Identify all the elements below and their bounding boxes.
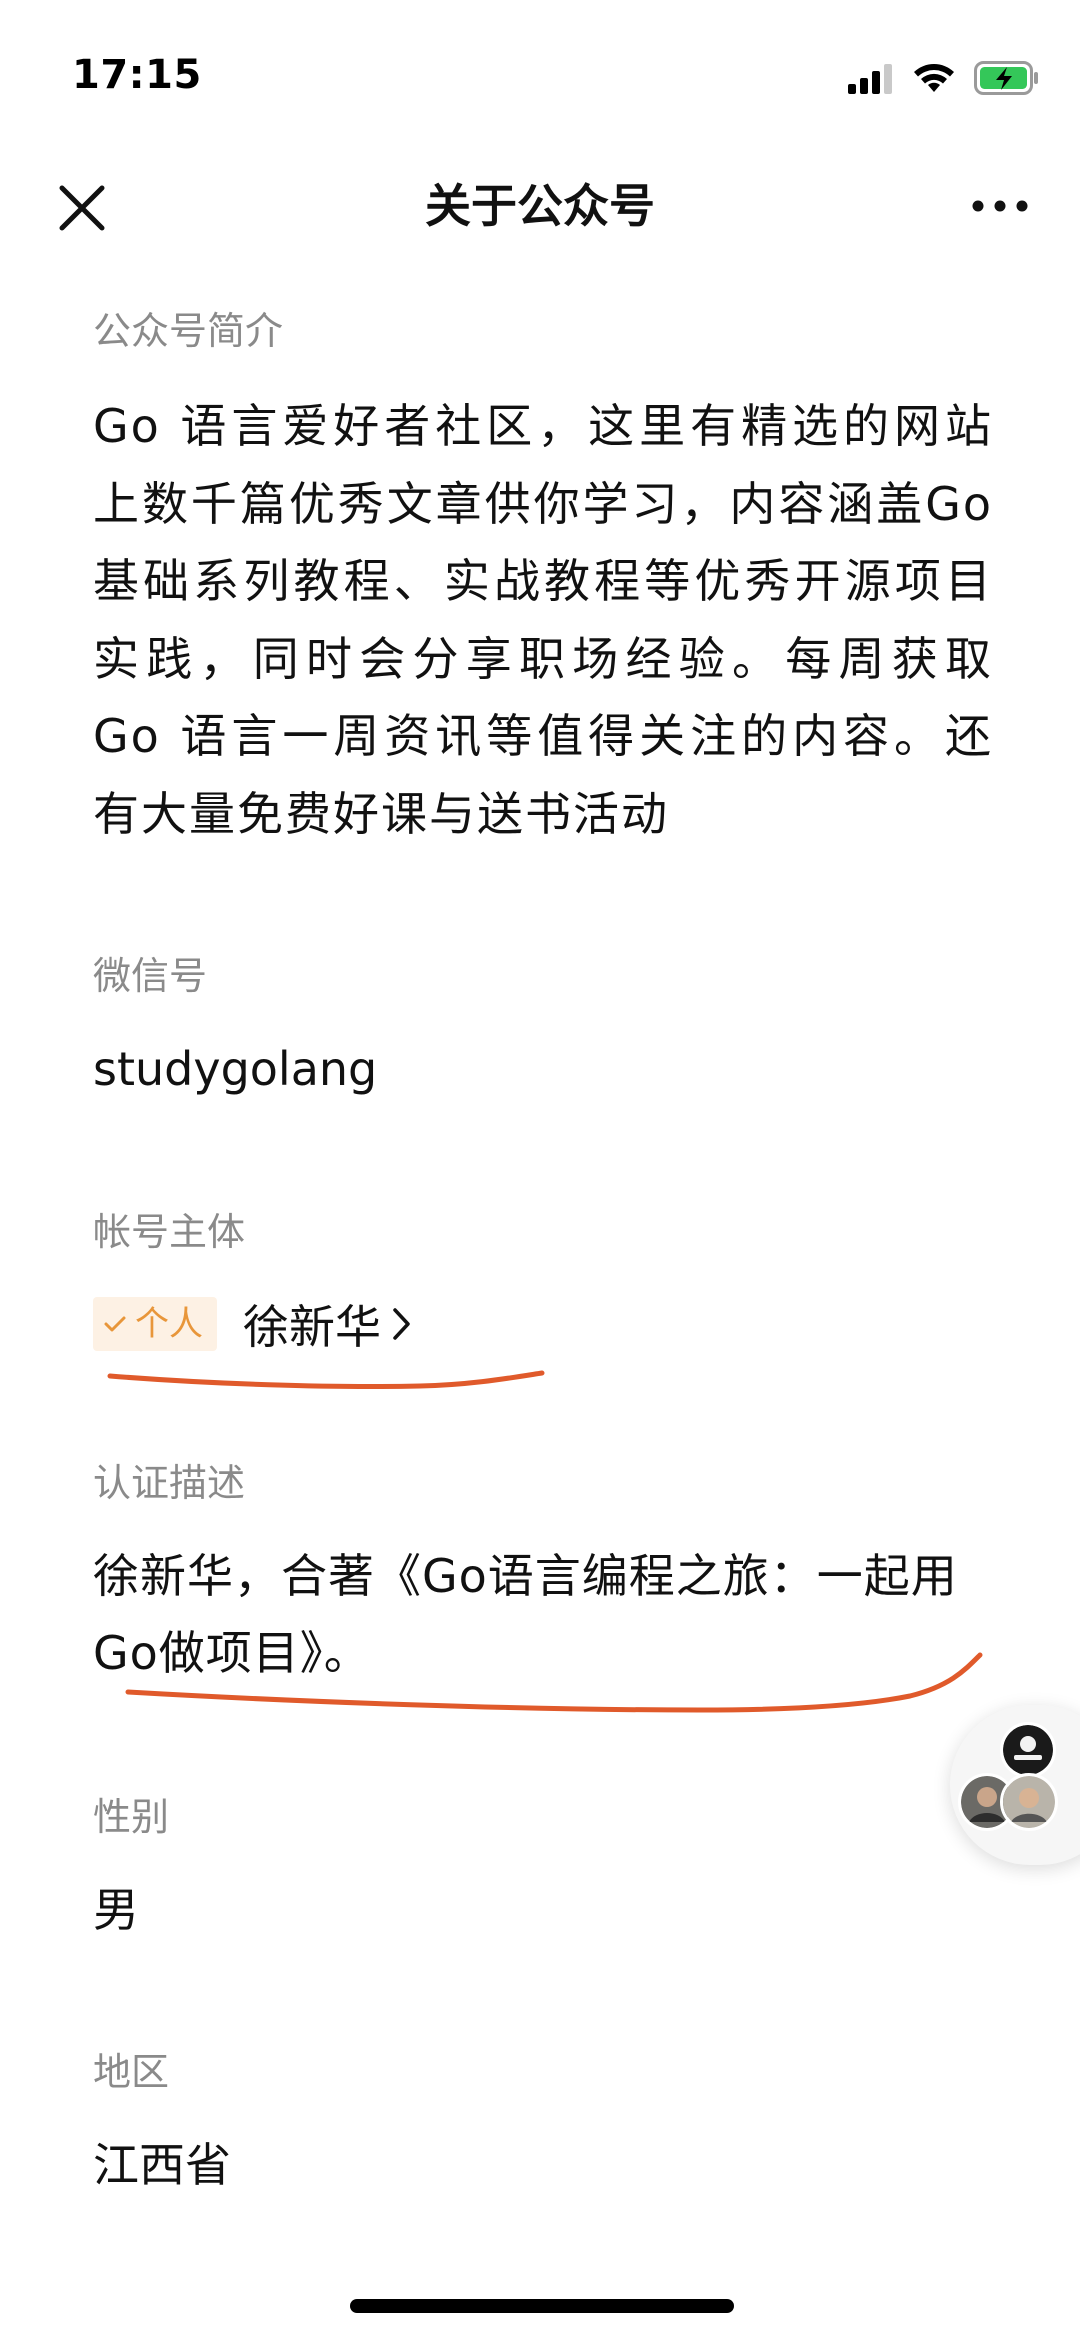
wechat-id-label: 微信号 <box>93 954 208 998</box>
wechat-id-value: studygolang <box>93 1042 378 1096</box>
floating-avatar-bubble[interactable] <box>950 1705 1080 1865</box>
wifi-icon <box>914 64 954 92</box>
status-time: 17:15 <box>72 52 202 98</box>
battery-charging-icon <box>974 61 1038 95</box>
home-indicator <box>350 2299 734 2313</box>
avatar <box>1000 1773 1058 1831</box>
gender-value: 男 <box>93 1883 139 1937</box>
status-icons <box>848 58 1040 98</box>
chevron-right-icon[interactable] <box>391 1304 413 1344</box>
check-icon <box>104 1316 126 1332</box>
intro-text: Go 语言爱好者社区，这里有精选的网站上数千篇优秀文章供你学习，内容涵盖Go基础… <box>93 399 993 841</box>
owner-type-label: 个人 <box>135 1304 203 1344</box>
owner-name[interactable]: 徐新华 <box>243 1291 381 1357</box>
avatar <box>1000 1722 1056 1778</box>
owner-underline <box>107 1370 545 1390</box>
gender-label: 性别 <box>93 1795 170 1839</box>
region-value: 江西省 <box>93 2138 231 2192</box>
intro-label: 公众号简介 <box>93 309 284 353</box>
verification-text: 徐新华，合著《Go语言编程之旅：一起用Go做项目》。 <box>93 1549 958 1680</box>
verification-label: 认证描述 <box>93 1461 246 1505</box>
owner-row[interactable]: 个人 徐新华 <box>93 1290 413 1358</box>
cellular-signal-icon <box>848 64 892 94</box>
screen: 17:15 关于公众号 公众号简介 Go 语言爱好者社区，这里有精选的网站上数千… <box>0 0 1080 2338</box>
owner-label: 帐号主体 <box>93 1210 246 1254</box>
owner-type-badge: 个人 <box>93 1297 217 1351</box>
page-title: 关于公众号 <box>425 179 655 233</box>
more-icon[interactable] <box>970 186 1030 226</box>
region-label: 地区 <box>93 2050 170 2094</box>
